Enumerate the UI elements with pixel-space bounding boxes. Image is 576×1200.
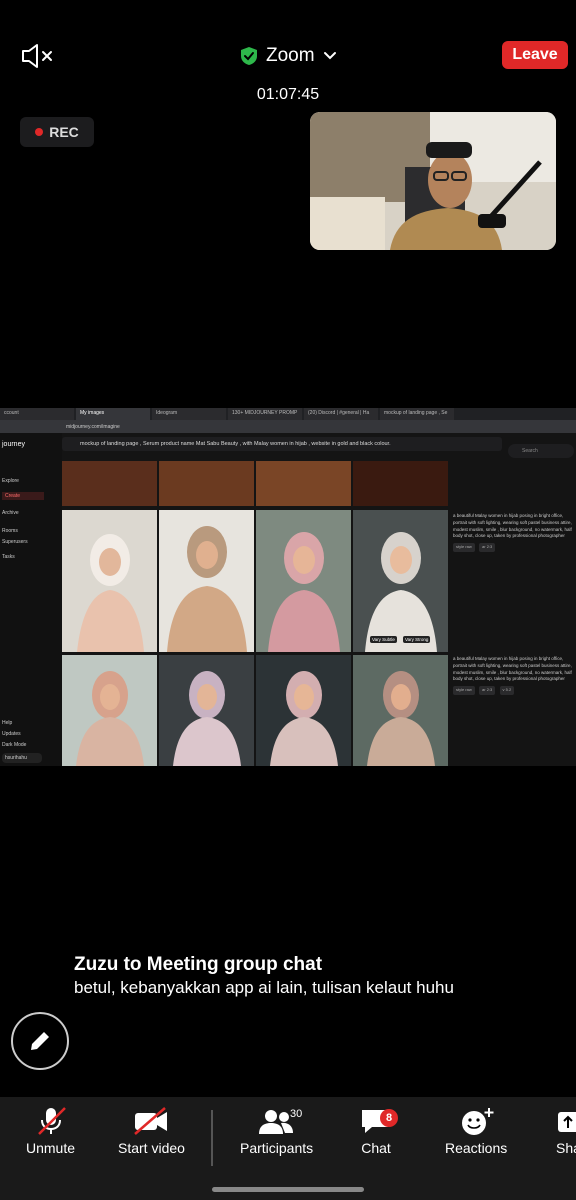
sidebar-item-help[interactable]: Help	[2, 720, 12, 726]
generated-image[interactable]	[159, 655, 254, 766]
browser-tab[interactable]: My images	[76, 408, 150, 420]
generated-image[interactable]: Vary Subtle Vary Strong	[353, 510, 448, 652]
generated-image[interactable]	[62, 461, 157, 506]
speaker-muted-icon[interactable]	[20, 42, 54, 70]
sidebar-item-updates[interactable]: Updates	[2, 731, 21, 737]
prompt-input[interactable]: mockup of landing page , Serum product n…	[62, 437, 502, 451]
description-text: a beautiful Malay women in hijab posing …	[453, 513, 572, 539]
sidebar-item-dark-mode[interactable]: Dark Mode	[2, 742, 26, 748]
share-label: Sha	[556, 1140, 576, 1156]
home-indicator	[212, 1187, 364, 1192]
sidebar-item-tasks[interactable]: Tasks	[2, 554, 15, 560]
generated-image[interactable]	[256, 510, 351, 652]
image-description: a beautiful Malay women in hijab posing …	[453, 656, 576, 695]
participants-count: 30	[290, 1108, 303, 1120]
chat-unread-badge: 8	[380, 1109, 398, 1127]
browser-url-bar[interactable]: midjourney.com/imagine	[0, 420, 576, 433]
reactions-label: Reactions	[445, 1140, 508, 1156]
generated-image[interactable]	[256, 655, 351, 766]
param-chip[interactable]: ar 2:3	[479, 686, 496, 695]
description-text: a beautiful Malay women in hijab posing …	[453, 656, 572, 682]
app-title: Zoom	[266, 45, 315, 66]
leave-button[interactable]: Leave	[502, 41, 568, 69]
start-video-label: Start video	[118, 1140, 185, 1156]
search-placeholder: Search	[522, 448, 538, 454]
video-off-icon	[134, 1107, 168, 1135]
generated-image[interactable]	[353, 655, 448, 766]
sidebar-item-superusers[interactable]: Superusers	[2, 539, 28, 545]
reactions-button[interactable]: Reactions	[445, 1106, 507, 1156]
chat-notification-message[interactable]: betul, kebanyakkan app ai lain, tulisan …	[74, 978, 454, 998]
param-chip[interactable]: ar 2:3	[479, 543, 496, 552]
vary-subtle-button[interactable]: Vary Subtle	[370, 636, 397, 643]
rec-label: REC	[49, 124, 79, 140]
browser-tab[interactable]: mockup of landing page , Se	[380, 408, 454, 420]
sidebar-item-archive[interactable]: Archive	[2, 510, 19, 516]
browser-tab[interactable]: (20) Discord | #general | Ha	[304, 408, 378, 420]
param-chip[interactable]: style raw	[453, 686, 475, 695]
chevron-down-icon	[323, 52, 336, 60]
self-video-thumbnail[interactable]	[310, 112, 556, 250]
vary-strong-button[interactable]: Vary Strong	[403, 636, 431, 643]
toolbar-divider	[211, 1110, 213, 1166]
annotate-button[interactable]	[11, 1012, 69, 1070]
meeting-timer: 01:07:45	[256, 86, 320, 103]
browser-tab[interactable]: Ideogram	[152, 408, 226, 420]
unmute-label: Unmute	[26, 1140, 76, 1156]
search-input[interactable]: Search	[508, 444, 574, 458]
generated-image[interactable]	[159, 510, 254, 652]
shield-check-icon	[241, 47, 257, 65]
sidebar-item-explore[interactable]: Explore	[2, 478, 19, 484]
microphone-muted-icon	[37, 1107, 66, 1135]
sidebar-item-create[interactable]: Create	[2, 492, 44, 500]
meeting-title[interactable]: Zoom	[240, 40, 337, 72]
share-screen-icon	[558, 1112, 576, 1132]
sidebar-user[interactable]: hsurihahu	[2, 753, 42, 763]
generated-image[interactable]	[62, 510, 157, 652]
url-text: midjourney.com/imagine	[66, 423, 120, 430]
midjourney-logo: journey	[2, 441, 25, 448]
generated-image[interactable]	[353, 461, 448, 506]
reactions-smiley-icon	[462, 1108, 494, 1135]
unmute-button[interactable]: Unmute	[26, 1106, 75, 1156]
browser-tab[interactable]: ccount	[0, 408, 74, 420]
chat-label: Chat	[361, 1140, 391, 1156]
start-video-button[interactable]: Start video	[118, 1106, 185, 1156]
share-button[interactable]: Sha	[556, 1106, 576, 1156]
param-chip[interactable]: style raw	[453, 543, 475, 552]
generated-image[interactable]	[159, 461, 254, 506]
browser-tab[interactable]: 130+ MIDJOURNEY PROMP	[228, 408, 302, 420]
participants-label: Participants	[240, 1140, 314, 1156]
prompt-text: mockup of landing page , Serum product n…	[80, 441, 391, 447]
browser-tab-bar: ccount My images Ideogram 130+ MIDJOURNE…	[0, 408, 576, 420]
chat-notification-title[interactable]: Zuzu to Meeting group chat	[74, 954, 322, 976]
sidebar-item-rooms[interactable]: Rooms	[2, 528, 18, 534]
generated-image[interactable]	[256, 461, 351, 506]
recording-indicator[interactable]: REC	[20, 117, 94, 147]
generated-image[interactable]	[62, 655, 157, 766]
param-chip[interactable]: v 5.2	[499, 686, 515, 695]
record-dot-icon	[35, 128, 44, 136]
image-description: a beautiful Malay women in hijab posing …	[453, 513, 576, 552]
midjourney-sidebar: journey Explore Create Archive Rooms Sup…	[0, 433, 62, 766]
pencil-icon	[31, 1032, 49, 1050]
